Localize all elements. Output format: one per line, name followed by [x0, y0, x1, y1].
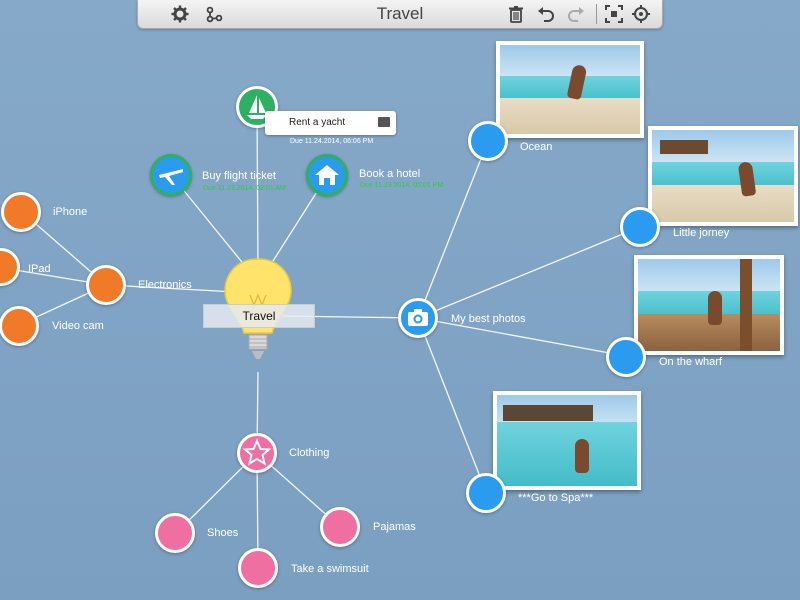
ocean-label: Ocean [520, 141, 553, 153]
spa-photo[interactable] [493, 391, 641, 490]
hotel-task-label: Book a hotel [359, 168, 421, 180]
swimsuit-node[interactable] [238, 548, 278, 588]
photos-label: My best photos [451, 313, 526, 325]
video-cam-node[interactable] [0, 306, 39, 346]
note-icon[interactable] [378, 117, 390, 127]
swimsuit-label: Take a swimsuit [291, 563, 369, 575]
rent-yacht-callout[interactable]: Rent a yacht [265, 111, 396, 135]
ipad-label: IPad [28, 263, 51, 275]
flight-task-node[interactable] [150, 154, 192, 196]
spa-label: ***Go to Spa*** [518, 492, 594, 504]
star-icon [242, 438, 272, 466]
spa-node[interactable] [466, 473, 506, 513]
undo-icon[interactable] [536, 4, 556, 24]
clothing-label: Clothing [289, 447, 330, 459]
wharf-node[interactable] [606, 337, 646, 377]
iphone-label: iPhone [53, 206, 88, 218]
wharf-label: On the wharf [659, 356, 722, 368]
flight-task-due: Due 11.23.2014, 02:01 AM [203, 185, 286, 192]
wharf-photo[interactable] [634, 255, 784, 355]
camera-icon [408, 309, 428, 326]
pajamas-node[interactable] [320, 507, 360, 547]
redo-icon[interactable] [566, 4, 586, 24]
electronics-label: Electronics [138, 279, 192, 291]
trash-icon[interactable] [506, 4, 526, 24]
toolbar-divider [596, 4, 597, 24]
little-jorney-photo[interactable] [648, 126, 798, 226]
focus-icon[interactable] [631, 4, 651, 24]
ocean-photo[interactable] [496, 41, 644, 138]
hotel-task-node[interactable] [306, 154, 348, 196]
video-cam-label: Video cam [52, 320, 104, 332]
little-jorney-label: Little jorney [673, 227, 730, 239]
iphone-node[interactable] [1, 192, 41, 232]
central-topic-label[interactable]: Travel [203, 304, 315, 328]
clothing-node[interactable] [237, 433, 277, 473]
airplane-icon [159, 169, 183, 185]
fit-screen-icon[interactable] [604, 4, 624, 24]
little-jorney-node[interactable] [620, 207, 660, 247]
shoes-label: Shoes [207, 527, 239, 539]
electronics-node[interactable] [86, 265, 126, 305]
flight-task-label: Buy flight ticket [202, 170, 276, 182]
shoes-node[interactable] [155, 513, 195, 553]
rent-yacht-label: Rent a yacht [289, 117, 346, 128]
photos-node[interactable] [398, 298, 438, 338]
ocean-node[interactable] [468, 121, 508, 161]
hotel-task-due: Due 11.23.2014, 05:01 PM [360, 182, 444, 189]
pajamas-label: Pajamas [373, 521, 416, 533]
house-icon [315, 165, 339, 185]
rent-yacht-due: Due 11.24.2014, 06:06 PM [290, 138, 374, 145]
top-toolbar: Travel [137, 0, 663, 29]
